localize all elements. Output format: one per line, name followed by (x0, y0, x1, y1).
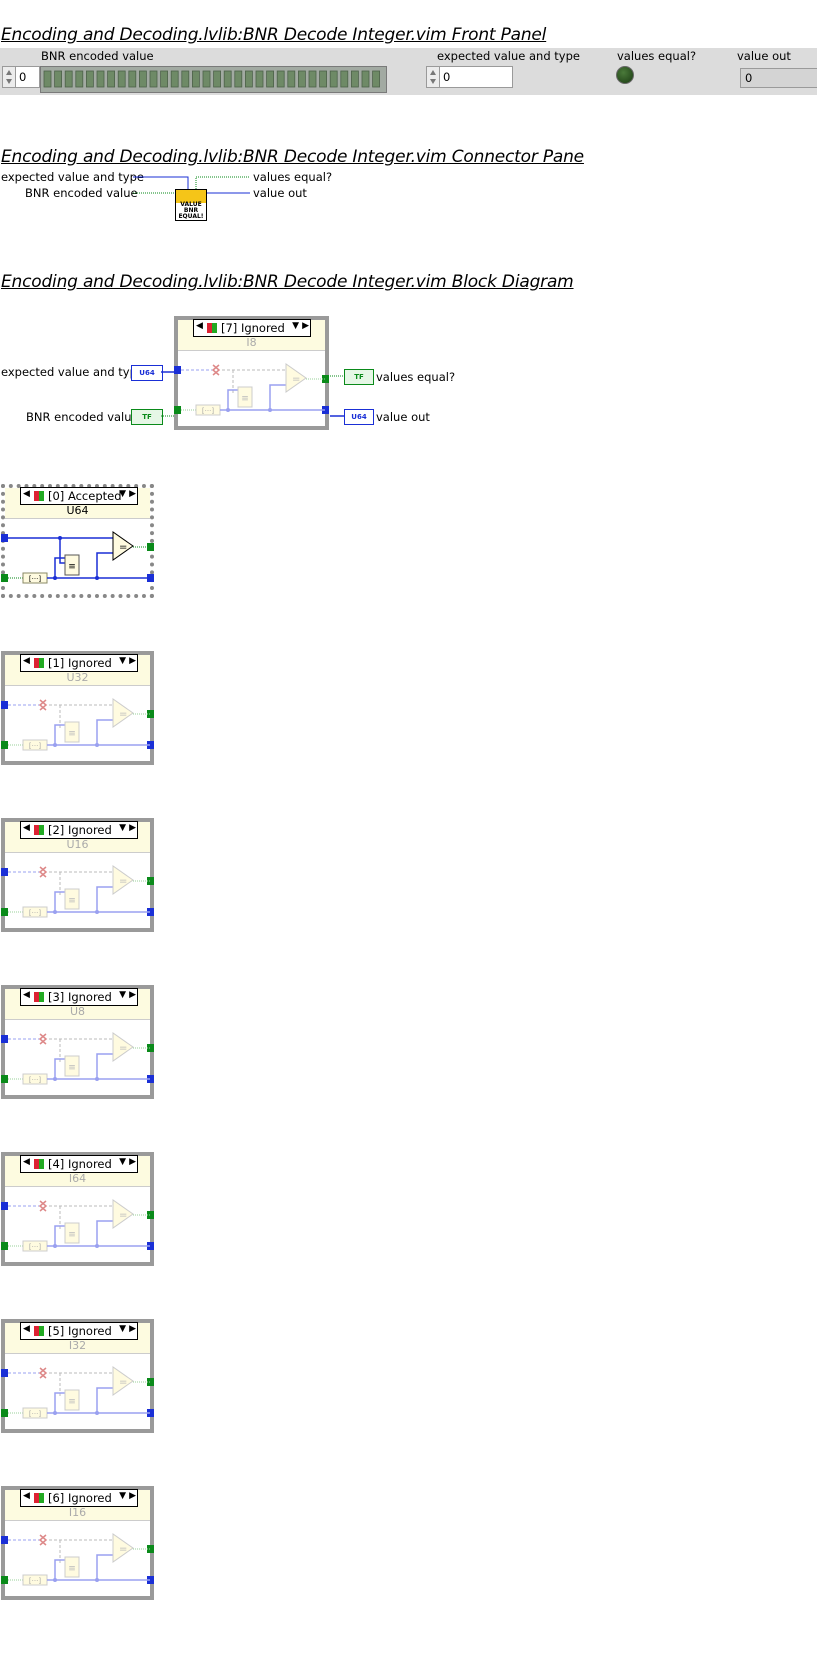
case-wiring: [···] ≡ = (1, 1366, 154, 1419)
case-structure[interactable]: ◀ [6] Ignored ▼ ▶ I16 [···] ≡ = (1, 1486, 154, 1600)
svg-text:[···]: [···] (29, 909, 41, 917)
svg-text:[···]: [···] (29, 575, 41, 583)
svg-text:=: = (119, 1377, 127, 1388)
svg-text:=: = (292, 374, 300, 385)
svg-text:=: = (119, 876, 127, 887)
case-structure[interactable]: ◀ [3] Ignored ▼ ▶ U8 [···] ≡ = (1, 985, 154, 1099)
case-wiring: [···] ≡ = (1, 698, 154, 751)
case-wiring: [···] ≡ = (1, 1199, 154, 1252)
svg-text:[···]: [···] (29, 1410, 41, 1418)
svg-text:≡: ≡ (68, 1063, 76, 1073)
case-wiring: [···] ≡ = (1, 1533, 154, 1586)
case-structure[interactable]: ◀ [1] Ignored ▼ ▶ U32 [···] ≡ = (1, 651, 154, 765)
svg-text:≡: ≡ (68, 1230, 76, 1240)
svg-text:≡: ≡ (68, 1397, 76, 1407)
case-wiring: [···] ≡ = (1, 1032, 154, 1085)
case-wiring: [···] ≡ = (174, 363, 329, 416)
svg-text:≡: ≡ (68, 1564, 76, 1574)
svg-text:[···]: [···] (29, 742, 41, 750)
svg-text:≡: ≡ (241, 394, 249, 404)
case-structure[interactable]: ◀ [4] Ignored ▼ ▶ I64 [···] ≡ = (1, 1152, 154, 1266)
case-structure[interactable]: ◀ [0] Accepted ▼ ▶ U64 [···] ≡ = (1, 484, 154, 598)
svg-text:[···]: [···] (29, 1577, 41, 1585)
case-wiring: [···] ≡ = (1, 531, 154, 584)
case-structure[interactable]: ◀ [7] Ignored ▼ ▶ I8 [···] ≡ = (174, 316, 329, 430)
svg-text:=: = (119, 1043, 127, 1054)
case-structure[interactable]: ◀ [2] Ignored ▼ ▶ U16 [···] ≡ = (1, 818, 154, 932)
svg-text:=: = (119, 1210, 127, 1221)
svg-text:≡: ≡ (68, 729, 76, 739)
svg-text:=: = (119, 542, 127, 553)
svg-text:≡: ≡ (68, 562, 76, 572)
svg-text:[···]: [···] (29, 1076, 41, 1084)
svg-text:=: = (119, 1544, 127, 1555)
svg-text:[···]: [···] (29, 1243, 41, 1251)
svg-text:[···]: [···] (202, 407, 214, 415)
svg-text:=: = (119, 709, 127, 720)
svg-text:≡: ≡ (68, 896, 76, 906)
case-structure[interactable]: ◀ [5] Ignored ▼ ▶ I32 [···] ≡ = (1, 1319, 154, 1433)
case-wiring: [···] ≡ = (1, 865, 154, 918)
